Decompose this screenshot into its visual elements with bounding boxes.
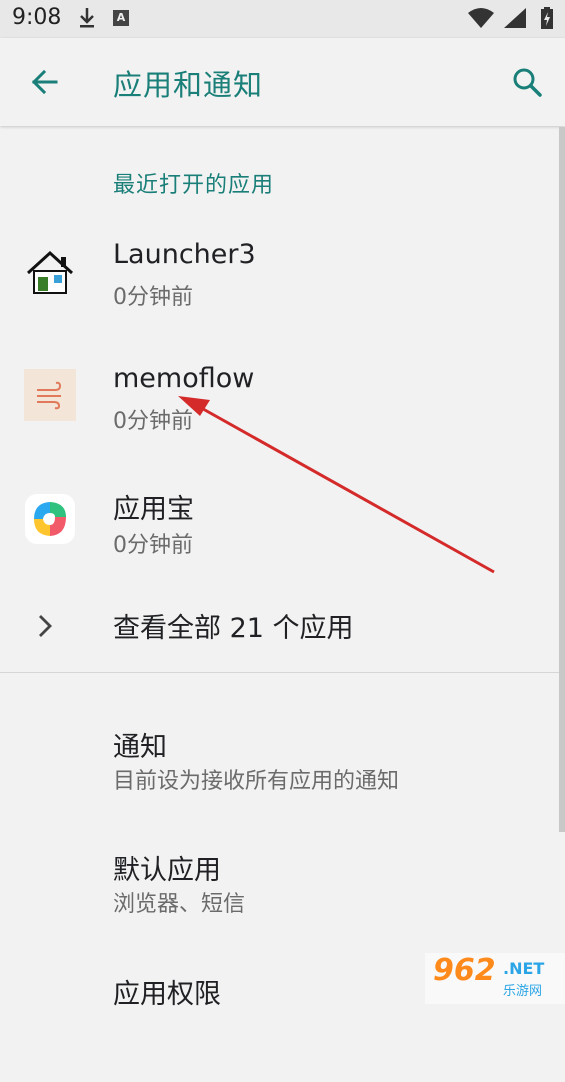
pref-title: 应用权限 [113,979,221,1010]
battery-icon [541,7,553,29]
yingyongbao-icon [25,494,75,544]
download-icon [80,8,94,28]
divider [0,672,565,673]
pref-default-apps[interactable]: 默认应用 浏览器、短信 [0,848,565,958]
notification-badge: A [113,10,129,26]
app-name: Launcher3 [113,239,256,270]
pref-subtitle: 浏览器、短信 [113,892,246,917]
page-title: 应用和通知 [113,68,264,102]
app-last-used: 0分钟前 [113,533,193,558]
see-all-label: 查看全部 21 个应用 [113,613,354,644]
app-last-used: 0分钟前 [113,409,193,434]
pref-notifications[interactable]: 通知 目前设为接收所有应用的通知 [0,725,565,835]
recent-apps-header: 最近打开的应用 [113,173,275,198]
app-bar: 应用和通知 [0,38,565,126]
status-bar: 9:08 A [0,0,565,38]
signal-icon [503,8,526,28]
app-name: 应用宝 [113,494,194,525]
recent-app-yingyongbao[interactable]: 应用宝 0分钟前 [0,475,565,585]
site-watermark: 962 .NET 乐游网 [425,953,565,1004]
app-name: memoflow [113,363,255,394]
settings-content: 最近打开的应用 Launcher3 0分钟前 memoflow 0分钟前 应用宝… [0,127,565,1010]
see-all-apps-item[interactable]: 查看全部 21 个应用 [0,593,565,663]
status-time: 9:08 [12,5,62,30]
wind-icon [24,369,76,421]
watermark-sub: 乐游网 [503,984,543,999]
status-icons [467,6,555,34]
pref-subtitle: 目前设为接收所有应用的通知 [113,769,400,794]
app-last-used: 0分钟前 [113,285,193,310]
wifi-icon [467,8,494,28]
recent-app-memoflow[interactable]: memoflow 0分钟前 [0,351,565,461]
watermark-main: 962 [433,953,496,988]
pref-title: 通知 [113,732,167,763]
house-icon [26,250,74,294]
search-icon[interactable] [505,60,549,104]
chevron-right-icon [39,615,52,637]
back-button[interactable] [24,60,68,104]
recent-app-launcher3[interactable]: Launcher3 0分钟前 [0,227,565,337]
scrollbar[interactable] [559,127,565,832]
pref-title: 默认应用 [113,855,221,886]
watermark-net: .NET [503,959,545,978]
